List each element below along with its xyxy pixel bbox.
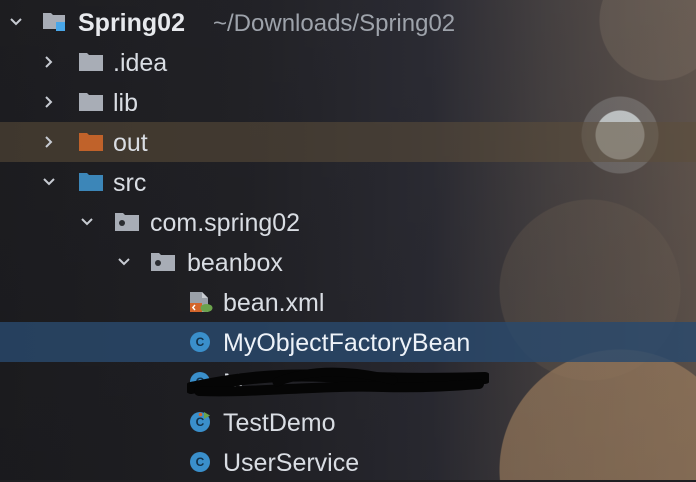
chevron-down-icon[interactable]: [116, 254, 132, 270]
chevron-down-icon[interactable]: [41, 174, 57, 190]
chevron-right-icon[interactable]: [41, 54, 57, 70]
tree-row-userservice[interactable]: C UserService: [0, 442, 696, 482]
project-name: Spring02: [78, 9, 185, 37]
tree-item-label: lib: [113, 89, 139, 117]
chevron-down-icon[interactable]: [8, 14, 24, 30]
chevron-down-icon[interactable]: [79, 214, 95, 230]
tree-item-label: TestDemo: [223, 409, 336, 437]
java-class-icon: C: [186, 450, 214, 474]
tree-row-myobjectfactorybean[interactable]: C MyObjectFactoryBean: [0, 322, 696, 362]
tree-item-label: com.spring02: [150, 209, 301, 237]
java-class-icon: C: [186, 370, 214, 394]
excluded-folder-icon: [77, 130, 105, 154]
tree-item-label: MyObjectFactoryBean: [223, 329, 471, 357]
tree-row-lib[interactable]: lib: [0, 82, 696, 122]
project-tree: Spring02 ~/Downloads/Spring02 .idea lib: [0, 0, 696, 480]
source-folder-icon: [77, 170, 105, 194]
tree-row-out[interactable]: out: [0, 122, 696, 162]
svg-text:C: C: [196, 415, 205, 429]
tree-row-src[interactable]: src: [0, 162, 696, 202]
tree-item-label: src: [113, 169, 147, 197]
tree-row-com-spring02[interactable]: com.spring02: [0, 202, 696, 242]
tree-item-label: .idea: [113, 49, 168, 77]
tree-row-testdemo[interactable]: C TestDemo: [0, 402, 696, 442]
tree-row-redacted-class[interactable]: C M: [0, 362, 696, 402]
folder-icon: [77, 90, 105, 114]
tree-item-label: out: [113, 129, 148, 157]
chevron-right-icon[interactable]: [41, 134, 57, 150]
tree-row-idea[interactable]: .idea: [0, 42, 696, 82]
runnable-class-icon: C: [186, 410, 214, 434]
svg-text:C: C: [196, 375, 205, 389]
package-icon: [149, 250, 177, 274]
tree-item-label: bean.xml: [223, 289, 325, 317]
project-path: ~/Downloads/Spring02: [213, 10, 456, 37]
package-icon: [113, 210, 141, 234]
java-class-icon: C: [186, 330, 214, 354]
tree-row-bean-xml[interactable]: bean.xml: [0, 282, 696, 322]
tree-item-label: M: [223, 369, 244, 397]
module-folder-icon: [41, 10, 69, 34]
tree-row-beanbox[interactable]: beanbox: [0, 242, 696, 282]
chevron-right-icon[interactable]: [41, 94, 57, 110]
svg-text:C: C: [196, 335, 205, 349]
tree-row-project[interactable]: Spring02 ~/Downloads/Spring02: [0, 2, 696, 42]
folder-icon: [77, 50, 105, 74]
svg-text:C: C: [196, 455, 205, 469]
spring-xml-file-icon: [186, 290, 214, 314]
tree-item-label: beanbox: [187, 249, 283, 277]
tree-item-label: UserService: [223, 449, 360, 477]
